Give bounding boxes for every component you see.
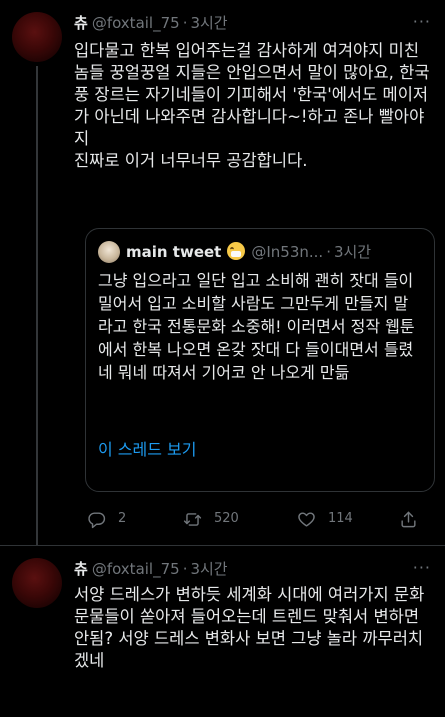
like-button[interactable]: 114 (297, 508, 353, 530)
tweet-header: 츄 @foxtail_75 · 3시간 (74, 12, 228, 34)
quoted-timestamp: 3시간 (333, 243, 372, 261)
reply-icon (88, 511, 106, 528)
tweet-header: 츄 @foxtail_75 · 3시간 (74, 558, 228, 580)
quoted-tweet[interactable]: main tweet @In53n... · 3시간 그냥 입으라고 일단 입고 소비… (85, 228, 435, 492)
avatar[interactable] (12, 558, 62, 608)
separator-dot: · (326, 243, 331, 261)
more-options-icon[interactable]: ··· (413, 558, 431, 577)
separator-dot: · (182, 560, 188, 578)
retweet-count: 520 (214, 511, 239, 526)
show-thread-link[interactable]: 이 스레드 보기 (98, 439, 197, 461)
retweet-icon (183, 512, 202, 526)
tweet-actions: 2 520 114 (87, 508, 427, 530)
like-count: 114 (328, 511, 353, 526)
display-name[interactable]: 츄 (74, 14, 88, 32)
heart-icon (298, 511, 315, 527)
quoted-handle: @In53n... (251, 243, 324, 261)
retweet-button[interactable]: 520 (183, 508, 239, 530)
user-handle[interactable]: @foxtail_75 (92, 560, 180, 578)
reply-count: 2 (118, 511, 127, 526)
avatar[interactable] (12, 12, 62, 62)
more-options-icon[interactable]: ··· (413, 12, 431, 31)
share-button[interactable] (399, 508, 418, 530)
tweet-text: 서양 드레스가 변하듯 세계화 시대에 여러가지 문화 문물들이 쏟아져 들어오… (74, 585, 425, 670)
share-icon (401, 511, 416, 527)
user-handle[interactable]: @foxtail_75 (92, 14, 180, 32)
quoted-tweet-text: 그냥 입으라고 일단 입고 소비해 괜히 잣대 들이밀어서 입고 소비할 사람도… (98, 271, 415, 382)
quoted-tweet-header: main tweet @In53n... · 3시간 (98, 241, 371, 263)
tweet-text: 입다물고 한복 입어주는걸 감사하게 여겨야지 미친놈들 꿍얼꿍얼 지들은 안입… (74, 41, 430, 170)
mask-face-emoji-icon (227, 242, 246, 260)
timestamp[interactable]: 3시간 (190, 560, 227, 578)
reply-button[interactable]: 2 (87, 508, 126, 530)
tweet-2[interactable]: 츄 @foxtail_75 · 3시간 ··· 서양 드레스가 변하듯 세계화 시대에… (0, 546, 445, 717)
quoted-avatar (98, 241, 120, 263)
quoted-display-name: main tweet (126, 243, 222, 261)
thread-line (36, 66, 38, 545)
tweet-1[interactable]: 츄 @foxtail_75 · 3시간 ··· 입다물고 한복 입어주는걸 감사하게 … (0, 0, 445, 545)
display-name[interactable]: 츄 (74, 560, 88, 578)
separator-dot: · (182, 14, 188, 32)
timestamp[interactable]: 3시간 (190, 14, 227, 32)
